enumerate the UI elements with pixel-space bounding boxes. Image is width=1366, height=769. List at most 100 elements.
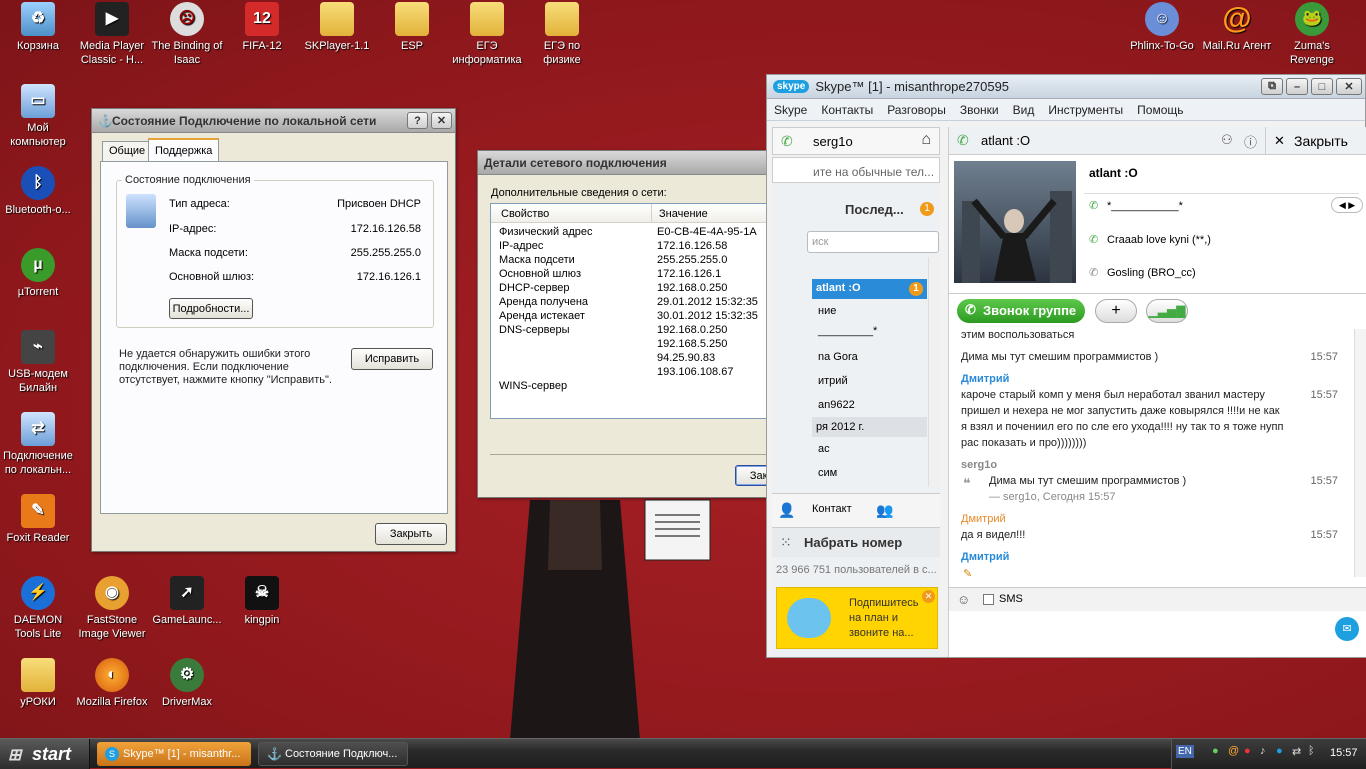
menu-help[interactable]: Помощь xyxy=(1130,103,1190,117)
title-bar[interactable]: ⚓ Состояние Подключение по локальной сет… xyxy=(92,109,455,133)
maximize-button[interactable]: □ xyxy=(1311,78,1333,95)
table-header: Свойство Значение xyxy=(491,204,809,223)
chat-scrollbar[interactable] xyxy=(1354,329,1366,577)
subscription-ad[interactable]: Подпишитесь на план и звоните на... ✕ xyxy=(776,587,938,649)
desktop-icon-firefox[interactable]: ◐ Mozilla Firefox xyxy=(74,658,150,709)
desktop-icon-bluetooth[interactable]: ᛒ Bluetooth-о... xyxy=(0,166,76,217)
windows-logo-icon: ⊞ xyxy=(8,747,22,764)
send-icon[interactable]: ✉ xyxy=(1335,617,1359,641)
contact-item[interactable]: ние xyxy=(818,305,836,317)
menu-tools[interactable]: Инструменты xyxy=(1041,103,1130,117)
contact-item[interactable]: na Gora xyxy=(818,351,858,363)
recent-tab[interactable]: Послед... 1 xyxy=(772,197,940,223)
desktop-icon-esp[interactable]: ESP xyxy=(374,2,450,53)
desktop-icon-binding-of-isaac[interactable]: ☹ The Binding of Isaac xyxy=(149,2,225,67)
search-input[interactable]: иск xyxy=(807,231,939,253)
sms-checkbox[interactable] xyxy=(983,594,994,605)
menu-view[interactable]: Вид xyxy=(1006,103,1042,117)
dial-bar[interactable]: ⁙ Набрать номер xyxy=(772,527,940,557)
desktop-icon-ege-fizika[interactable]: ЕГЭ по физике xyxy=(524,2,600,67)
compact-view-button[interactable]: ⧉ xyxy=(1261,78,1283,95)
tab-support[interactable]: Поддержка xyxy=(148,138,220,162)
tray-bluetooth-icon[interactable]: ᛒ xyxy=(1308,745,1315,757)
contacts-scrollbar[interactable] xyxy=(928,257,939,487)
contact-item[interactable]: итрий xyxy=(818,375,848,387)
contact-item[interactable]: an9622 xyxy=(818,399,855,411)
property-cell: Аренда получена xyxy=(499,296,589,308)
language-indicator[interactable]: EN xyxy=(1176,745,1194,758)
desktop-icon-daemon-tools[interactable]: ⚡ DAEMON Tools Lite xyxy=(0,576,76,641)
call-group-button[interactable]: ✆ Звонок группе xyxy=(957,299,1085,323)
desktop-icon-my-computer[interactable]: ▭ Мой компьютер xyxy=(0,84,76,149)
profile-bar[interactable]: ✆ serg1o ⌂ xyxy=(772,127,940,155)
desktop-icon-ege-informatika[interactable]: ЕГЭ информатика xyxy=(449,2,525,67)
message-input[interactable]: ✉ xyxy=(949,611,1366,657)
desktop-icon-zuma[interactable]: 🐸 Zuma's Revenge xyxy=(1274,2,1350,67)
desktop-icon-fifa[interactable]: 12 FIFA-12 xyxy=(224,2,300,53)
mood-field[interactable]: ите на обычные тел... xyxy=(772,157,940,183)
tray-volume-icon[interactable]: ♪ xyxy=(1260,745,1266,757)
call-quality-button[interactable]: ▁▃▅▇ xyxy=(1146,299,1188,323)
menu-skype[interactable]: Skype xyxy=(767,103,814,117)
menu-contacts[interactable]: Контакты xyxy=(814,103,880,117)
tray-utorrent-icon[interactable]: ● xyxy=(1212,745,1219,757)
contact-item-active[interactable]: atlant :O 1 xyxy=(812,279,927,299)
desktop-icon-game-launcher[interactable]: ➚ GameLaunc... xyxy=(149,576,225,627)
desktop-icon-skplayer[interactable]: SKPlayer-1.1 xyxy=(299,2,375,53)
tray-network-icon[interactable]: ⇄ xyxy=(1292,745,1301,758)
menu-calls[interactable]: Звонки xyxy=(953,103,1006,117)
contact-item[interactable]: _________* xyxy=(818,325,877,337)
desktop-icon-drivermax[interactable]: ⚙ DriverMax xyxy=(149,658,225,709)
add-participant-button[interactable]: + xyxy=(1095,299,1137,323)
desktop-icon-phlinx[interactable]: ☺ Phlinx-To-Go xyxy=(1124,2,1200,53)
desktop-icon-faststone[interactable]: ◉ FastStone Image Viewer xyxy=(74,576,150,641)
minimize-button[interactable]: – xyxy=(1286,78,1308,95)
contact-item[interactable]: ас xyxy=(818,443,830,455)
tray-mailru-icon[interactable]: @ xyxy=(1228,745,1239,757)
desktop-icon-mailru-agent[interactable]: @ Mail.Ru Агент xyxy=(1199,2,1275,53)
mood-pager[interactable]: ◀ ▶ xyxy=(1331,197,1363,213)
chat-panel: ✆ atlant :O ⚇ ⓘ ✕ Закрыть atlant :O ✆ *_… xyxy=(948,127,1366,657)
desktop-icon-kingpin[interactable]: ☠ kingpin xyxy=(224,576,300,627)
add-contact-button[interactable]: Контакт xyxy=(812,503,852,515)
taskbar-item-skype[interactable]: S Skype™ [1] - misanthr... xyxy=(97,742,251,766)
start-button[interactable]: ⊞ start xyxy=(0,739,90,769)
mood-icon: ✆ xyxy=(1089,267,1099,279)
details-table[interactable]: Свойство Значение Физический адрес E0-CB-… xyxy=(490,203,810,419)
info-icon[interactable]: ⓘ xyxy=(1244,132,1257,151)
usb-modem-icon: ⌁ xyxy=(21,330,55,364)
create-group-icon[interactable]: 👥 xyxy=(876,502,893,519)
desktop-icon-utorrent[interactable]: µ µTorrent xyxy=(0,248,76,299)
details-button[interactable]: Подробности... xyxy=(169,298,253,319)
value-cell: 192.168.5.250 xyxy=(657,338,728,350)
desktop-icon-usb-modem[interactable]: ⌁ USB-модем Билайн xyxy=(0,330,76,395)
tray-skype-icon[interactable]: ● xyxy=(1276,745,1283,757)
menu-conversations[interactable]: Разговоры xyxy=(880,103,953,117)
tray-antivirus-icon[interactable]: ● xyxy=(1244,745,1251,757)
repair-button[interactable]: Исправить xyxy=(351,348,433,370)
desktop-icon-uroki[interactable]: уРОКИ xyxy=(0,658,76,709)
close-button[interactable]: Закрыть xyxy=(375,523,447,545)
help-button[interactable]: ? xyxy=(407,112,428,129)
close-window-button[interactable]: ✕ xyxy=(1336,78,1362,95)
desktop-icon-foxit[interactable]: ✎ Foxit Reader xyxy=(0,494,76,545)
close-window-button[interactable]: ✕ xyxy=(431,112,452,129)
title-bar[interactable]: skype Skype™ [1] - misanthrope270595 ⧉ –… xyxy=(767,75,1365,99)
home-icon[interactable]: ⌂ xyxy=(921,131,931,149)
emoticon-icon[interactable]: ☺ xyxy=(957,592,970,607)
taskbar-item-connection-status[interactable]: ⚓ Состояние Подключ... xyxy=(258,742,408,766)
desktop-icon-network-connection[interactable]: ⇄ Подключение по локальн... xyxy=(0,412,76,477)
tab-general[interactable]: Общие xyxy=(102,141,153,161)
desktop-icon-media-player[interactable]: ▶ Media Player Classic - H... xyxy=(74,2,150,67)
input-toolbar: ☺ SMS xyxy=(949,587,1366,611)
close-ad-icon[interactable]: ✕ xyxy=(922,590,935,603)
desktop-icon-recycle-bin[interactable]: ♻ Корзина xyxy=(0,2,76,53)
connection-computers-icon xyxy=(126,194,156,228)
daemon-tools-icon: ⚡ xyxy=(21,576,55,610)
add-contact-icon: 👤 xyxy=(778,502,796,518)
contact-item[interactable]: сим xyxy=(818,467,837,479)
value-cell: 172.16.126.58 xyxy=(657,240,728,252)
close-chat-button[interactable]: ✕ Закрыть xyxy=(1265,127,1366,155)
clock[interactable]: 15:57 xyxy=(1330,747,1358,759)
participants-icon[interactable]: ⚇ xyxy=(1221,132,1233,148)
